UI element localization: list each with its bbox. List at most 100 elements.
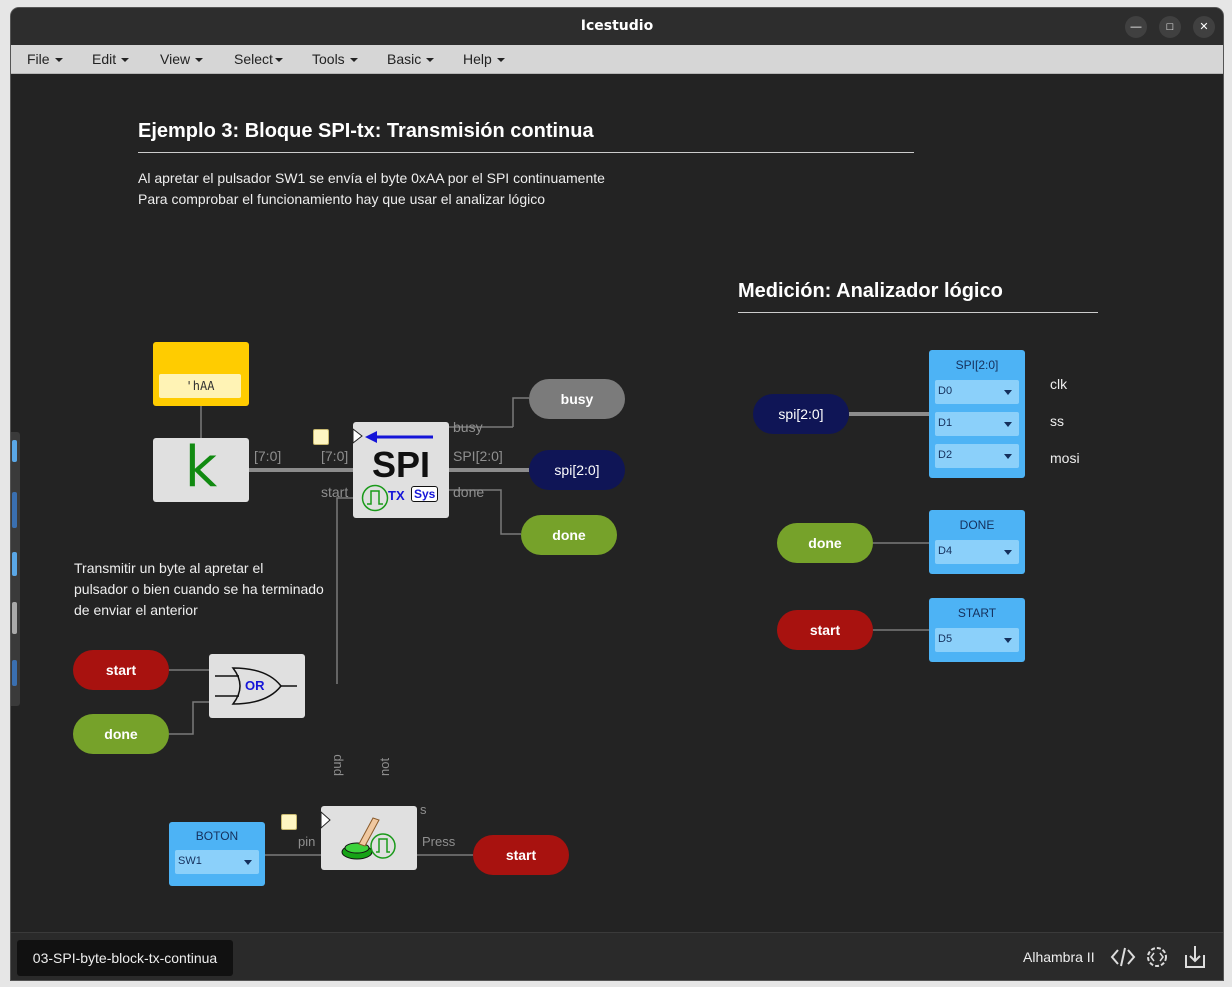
channel-d1-value: D1 — [938, 417, 953, 429]
board-name[interactable]: Alhambra II — [1023, 949, 1095, 965]
signal-label-ss: ss — [1050, 413, 1064, 429]
status-footer: 03-SPI-byte-block-tx-continua Alhambra I… — [11, 932, 1223, 980]
button-block[interactable] — [321, 806, 417, 870]
menu-edit-label: Edit — [92, 51, 117, 67]
channel-d2-value: D2 — [938, 449, 953, 461]
analyzer-start-block[interactable]: START D5 — [929, 598, 1025, 662]
analyzer-channel-d0[interactable]: D0 — [935, 380, 1019, 404]
analyzer-title-divider — [738, 312, 1098, 313]
analyzer-channel-d5[interactable]: D5 — [935, 628, 1019, 652]
output-spi[interactable]: spi[2:0] — [529, 450, 625, 490]
input-done[interactable]: done — [73, 714, 169, 754]
menu-basic-label: Basic — [387, 51, 422, 67]
channel-d5-value: D5 — [938, 633, 953, 645]
minimize-button[interactable]: — — [1125, 16, 1147, 38]
menu-file-label: File — [27, 51, 50, 67]
spi-pin-busy: busy — [453, 419, 483, 435]
menu-help[interactable]: Help — [463, 51, 505, 67]
button-pin-press: Press — [422, 834, 456, 849]
spi-pin-done: done — [453, 484, 485, 500]
analyzer-channel-d2[interactable]: D2 — [935, 444, 1019, 468]
upload-icon[interactable] — [1181, 943, 1209, 971]
code-icon[interactable] — [1109, 943, 1137, 971]
chevron-down-icon — [349, 58, 358, 63]
menu-basic[interactable]: Basic — [387, 51, 435, 67]
spi-pin-spi: SPI[2:0] — [453, 448, 503, 464]
analyzer-spi-title: SPI[2:0] — [955, 358, 999, 372]
pulse-icon — [361, 484, 389, 512]
button-param-square[interactable] — [281, 814, 297, 830]
analyzer-done-title: DONE — [959, 518, 995, 532]
analyzer-spi-block[interactable]: SPI[2:0] D0 D1 D2 — [929, 350, 1025, 478]
boton-input-block[interactable]: BOTON SW1 — [169, 822, 265, 886]
analyzer-input-done[interactable]: done — [777, 523, 873, 563]
channel-d0-value: D0 — [938, 385, 953, 397]
spi-tx-block[interactable]: SPI TX Sys — [353, 422, 449, 518]
spi-block-label: SPI — [371, 444, 431, 485]
boton-title: BOTON — [195, 829, 239, 843]
chevron-down-icon — [274, 58, 283, 63]
button-pin-pup: pup — [329, 754, 344, 776]
spi-pin-data: [7:0] — [321, 448, 349, 464]
description-line-1: Al apretar el pulsador SW1 se envía el b… — [138, 170, 605, 186]
chevron-down-icon — [1004, 454, 1012, 459]
constant-value-field[interactable]: 'hAA — [159, 374, 241, 398]
output-start[interactable]: start — [473, 835, 569, 875]
spi-pin-start: start — [321, 484, 349, 500]
analyzer-input-spi[interactable]: spi[2:0] — [753, 394, 849, 434]
chevron-down-icon — [1004, 390, 1012, 395]
note-line-1: Transmitir un byte al apretar el — [74, 560, 264, 576]
chevron-down-icon — [426, 58, 435, 63]
signal-label-mosi: mosi — [1050, 450, 1080, 466]
boton-pin-value: SW1 — [178, 855, 202, 867]
analyzer-channel-d1[interactable]: D1 — [935, 412, 1019, 436]
maximize-button[interactable]: □ — [1159, 16, 1181, 38]
analyzer-done-block[interactable]: DONE D4 — [929, 510, 1025, 574]
or-gate-block[interactable]: OR — [209, 654, 305, 718]
menu-bar: File Edit View Select Tools Basic Help — [11, 45, 1223, 74]
output-busy[interactable]: busy — [529, 379, 625, 419]
spi-tx-label: TX — [388, 488, 405, 503]
menu-view-label: View — [160, 51, 191, 67]
close-button[interactable]: ✕ — [1193, 16, 1215, 38]
boton-pin-select[interactable]: SW1 — [175, 850, 259, 874]
menu-select-label: Select — [234, 51, 273, 67]
menu-tools[interactable]: Tools — [312, 51, 358, 67]
constant-k-icon: k — [184, 435, 218, 500]
signal-label-clk: clk — [1050, 376, 1068, 392]
chevron-down-icon — [1004, 550, 1012, 555]
menu-edit[interactable]: Edit — [92, 51, 130, 67]
input-start[interactable]: start — [73, 650, 169, 690]
menu-help-label: Help — [463, 51, 492, 67]
chevron-down-icon — [1004, 422, 1012, 427]
menu-select[interactable]: Select — [234, 51, 283, 67]
spi-sys-label: Sys — [411, 486, 439, 502]
menu-file[interactable]: File — [27, 51, 63, 67]
title-bar: Icestudio — □ ✕ — [11, 8, 1223, 45]
chevron-down-icon — [54, 58, 63, 63]
verify-icon[interactable] — [1143, 943, 1171, 971]
constant-out-label: [7:0] — [254, 448, 282, 464]
note-line-2: pulsador o bien cuando se ha terminado — [74, 581, 324, 597]
page-title: Ejemplo 3: Bloque SPI-tx: Transmisión co… — [138, 120, 594, 142]
chevron-down-icon — [195, 58, 204, 63]
button-pin-s: s — [420, 802, 427, 817]
output-done[interactable]: done — [521, 515, 617, 555]
channel-d4-value: D4 — [938, 545, 953, 557]
chevron-down-icon — [496, 58, 505, 63]
app-window: Icestudio — □ ✕ File Edit View Select To… — [11, 8, 1223, 980]
analyzer-input-start[interactable]: start — [777, 610, 873, 650]
menu-view[interactable]: View — [160, 51, 204, 67]
or-gate-label: OR — [245, 678, 265, 693]
analyzer-channel-d4[interactable]: D4 — [935, 540, 1019, 564]
design-canvas[interactable]: Ejemplo 3: Bloque SPI-tx: Transmisión co… — [11, 74, 1223, 932]
pushbutton-icon — [321, 811, 396, 860]
button-pin-in: pin — [298, 834, 316, 849]
file-tab[interactable]: 03-SPI-byte-block-tx-continua — [17, 940, 233, 976]
button-pin-not: not — [377, 757, 392, 776]
constant-block[interactable]: k — [153, 438, 249, 502]
chevron-down-icon — [1004, 638, 1012, 643]
constant-param-block[interactable]: 'hAA — [153, 342, 249, 406]
note-line-3: de enviar el anterior — [74, 602, 198, 618]
spi-param-square[interactable] — [313, 429, 329, 445]
